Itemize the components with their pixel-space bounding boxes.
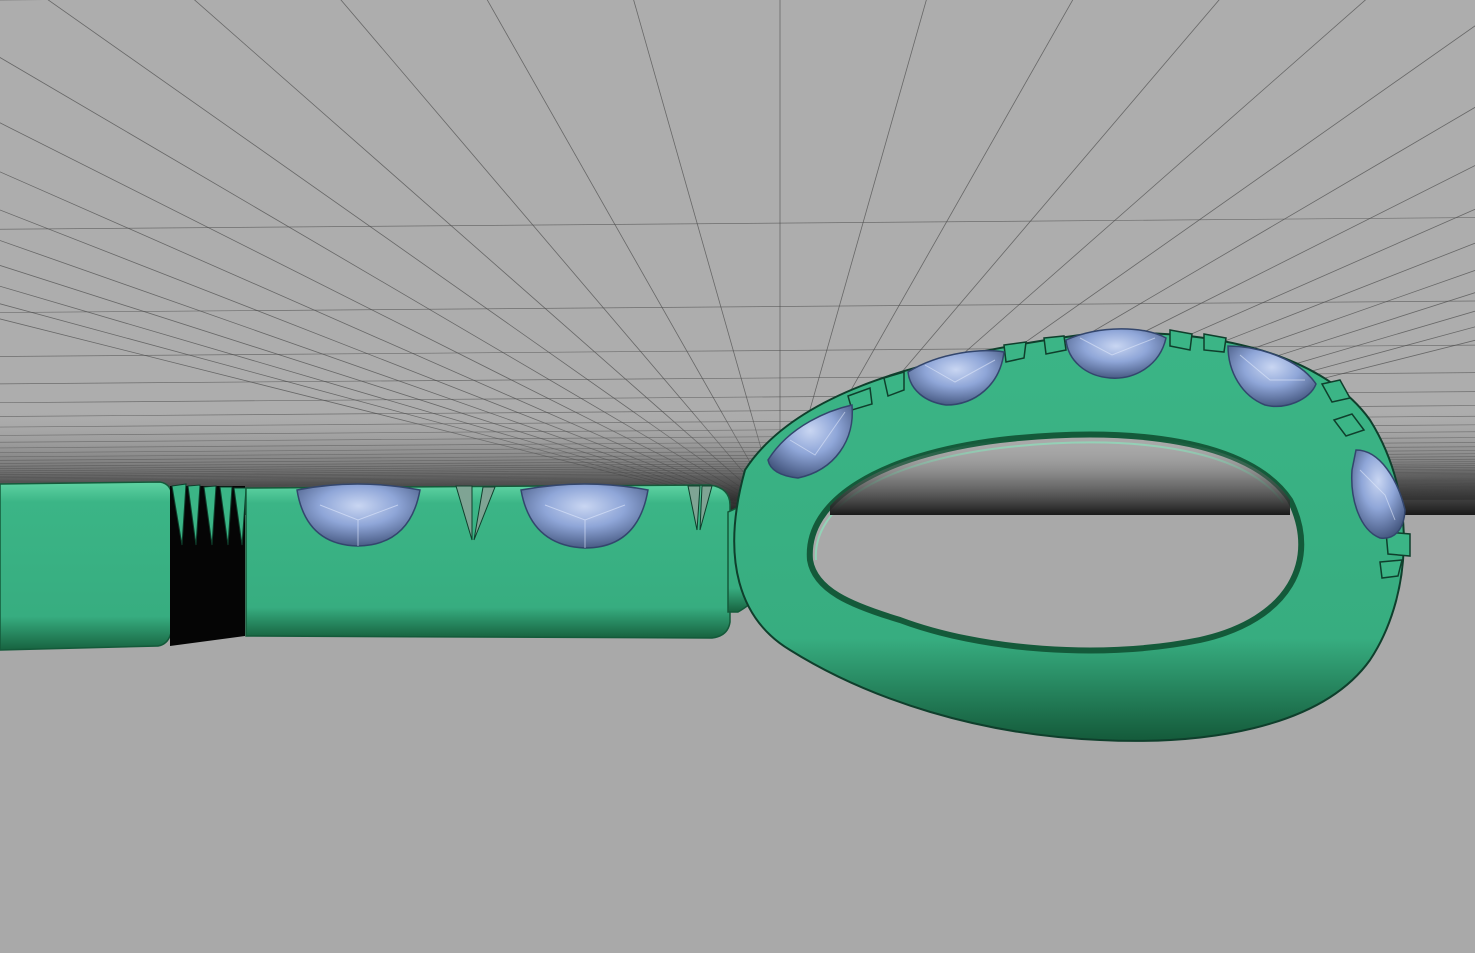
shank-left-block[interactable] [0, 481, 173, 651]
3d-viewport[interactable] [0, 0, 1475, 953]
viewport-canvas[interactable] [0, 0, 1475, 953]
